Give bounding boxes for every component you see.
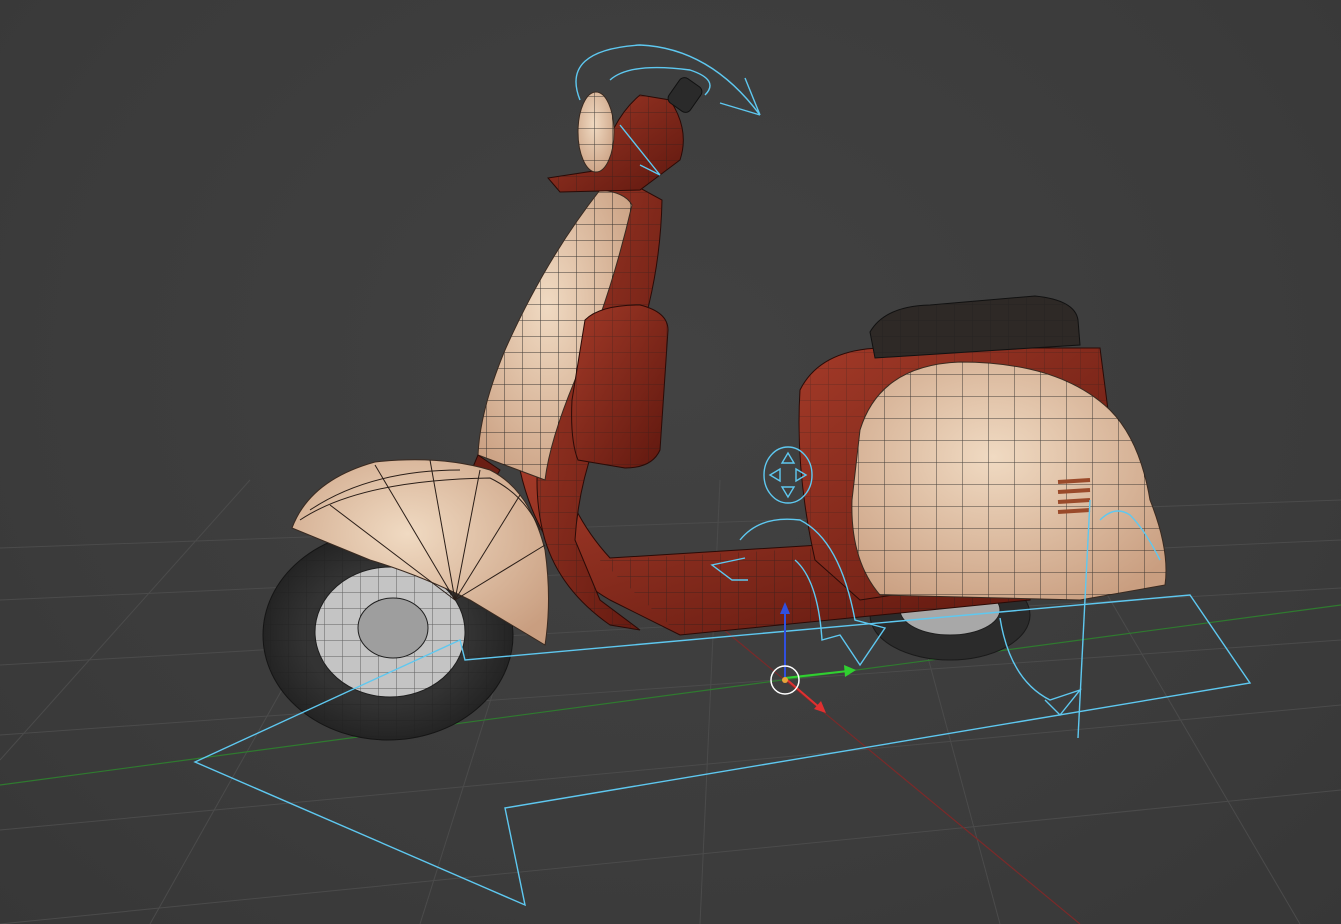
glove-box[interactable] <box>571 304 669 469</box>
world-axis-x <box>699 609 1081 924</box>
headlight <box>577 91 615 173</box>
multi-move-control <box>763 446 813 504</box>
3d-viewport[interactable] <box>0 0 1341 924</box>
side-cowl[interactable] <box>851 361 1167 601</box>
scene-canvas[interactable] <box>0 0 1341 924</box>
world-axis-y <box>0 604 1341 786</box>
